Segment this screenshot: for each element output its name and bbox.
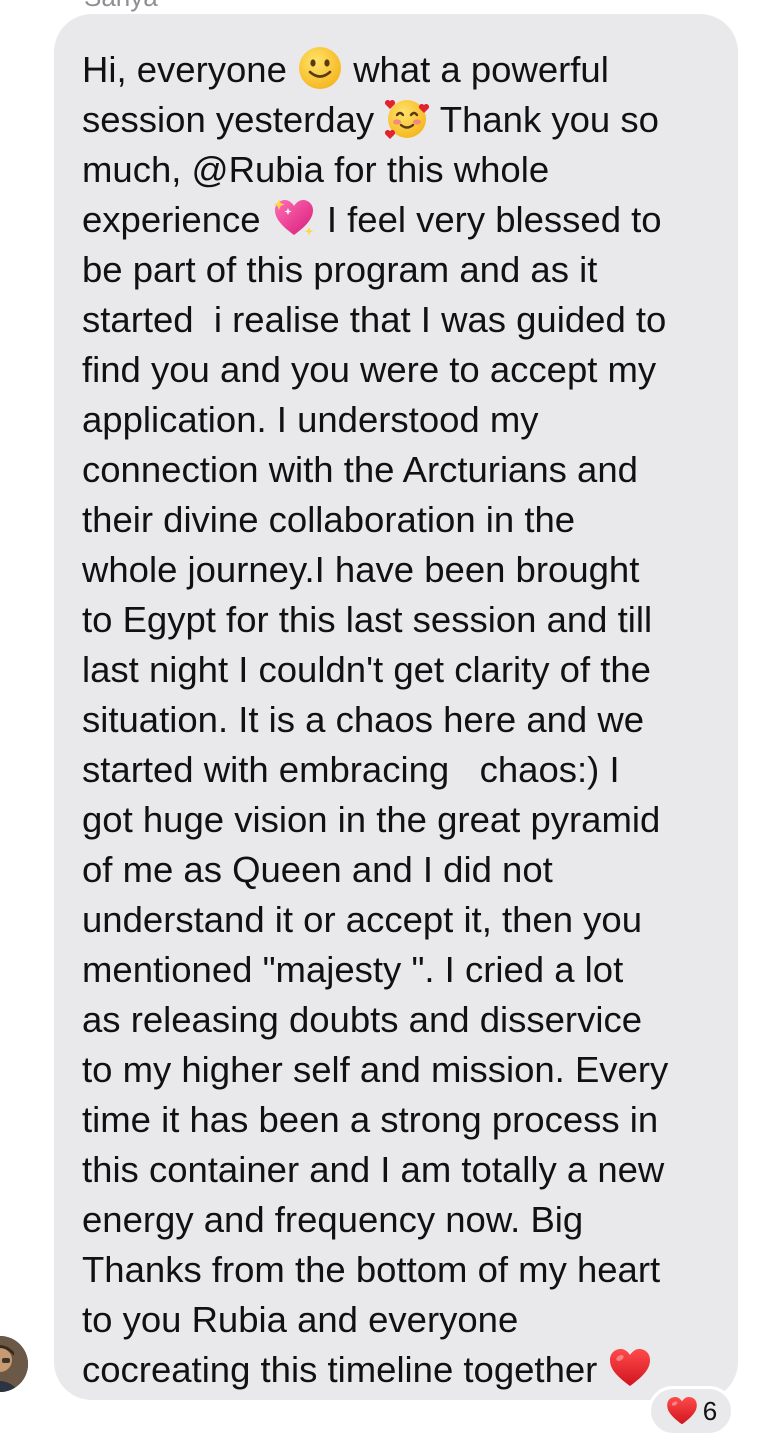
message-line: as releasing doubts and disservice <box>82 999 642 1040</box>
message-line: situation. It is a chaos here and we <box>82 699 645 740</box>
message-line: experience I feel very blessed to <box>82 195 662 245</box>
reaction-badge[interactable]: 6 <box>648 1386 734 1436</box>
slightly-smiling-face-icon <box>297 45 343 91</box>
sender-name: Sanya <box>84 0 158 12</box>
message-line: energy and frequency now. Big <box>82 1199 584 1240</box>
message-line: mentioned "majesty ". I cried a lot <box>82 949 624 990</box>
message-line: time it has been a strong process in <box>82 1099 659 1140</box>
message-line: Thanks from the bottom of my heart <box>82 1249 661 1290</box>
message-line: last night I couldn't get clarity of the <box>82 649 651 690</box>
message-line: this container and I am totally a new <box>82 1149 665 1190</box>
message-line: session yesterday Thank you so <box>82 95 659 145</box>
avatar[interactable] <box>0 1336 28 1392</box>
message-line: got huge vision in the great pyramid <box>82 799 661 840</box>
message-line: of me as Queen and I did not <box>82 849 553 890</box>
red-heart-icon <box>607 1345 653 1391</box>
message-line: whole journey.I have been brought <box>82 549 640 590</box>
message-line: their divine collaboration in the <box>82 499 576 540</box>
message-line: cocreating this timeline together <box>82 1345 653 1395</box>
message-line: find you and you were to accept my <box>82 349 657 390</box>
message-line: to my higher self and mission. Every <box>82 1049 669 1090</box>
message-line: started with embracing chaos:) I <box>82 749 620 790</box>
message-line: started i realise that I was guided to <box>82 299 667 340</box>
reaction-count: 6 <box>702 1396 718 1426</box>
message-bubble[interactable]: Hi, everyone what a powerful session yes… <box>54 14 738 1400</box>
message-line: much, @Rubia for this whole <box>82 149 550 190</box>
message-line: application. I understood my <box>82 399 539 440</box>
red-heart-icon <box>665 1394 699 1428</box>
message-line: to Egypt for this last session and till <box>82 599 653 640</box>
message-line: to you Rubia and everyone <box>82 1299 519 1340</box>
message-line: Hi, everyone what a powerful <box>82 45 609 95</box>
smiling-face-with-hearts-icon <box>384 95 430 141</box>
message-line: be part of this program and as it <box>82 249 598 290</box>
message-line: connection with the Arcturians and <box>82 449 638 490</box>
message-line: understand it or accept it, then you <box>82 899 643 940</box>
sparkling-heart-icon <box>271 195 317 241</box>
